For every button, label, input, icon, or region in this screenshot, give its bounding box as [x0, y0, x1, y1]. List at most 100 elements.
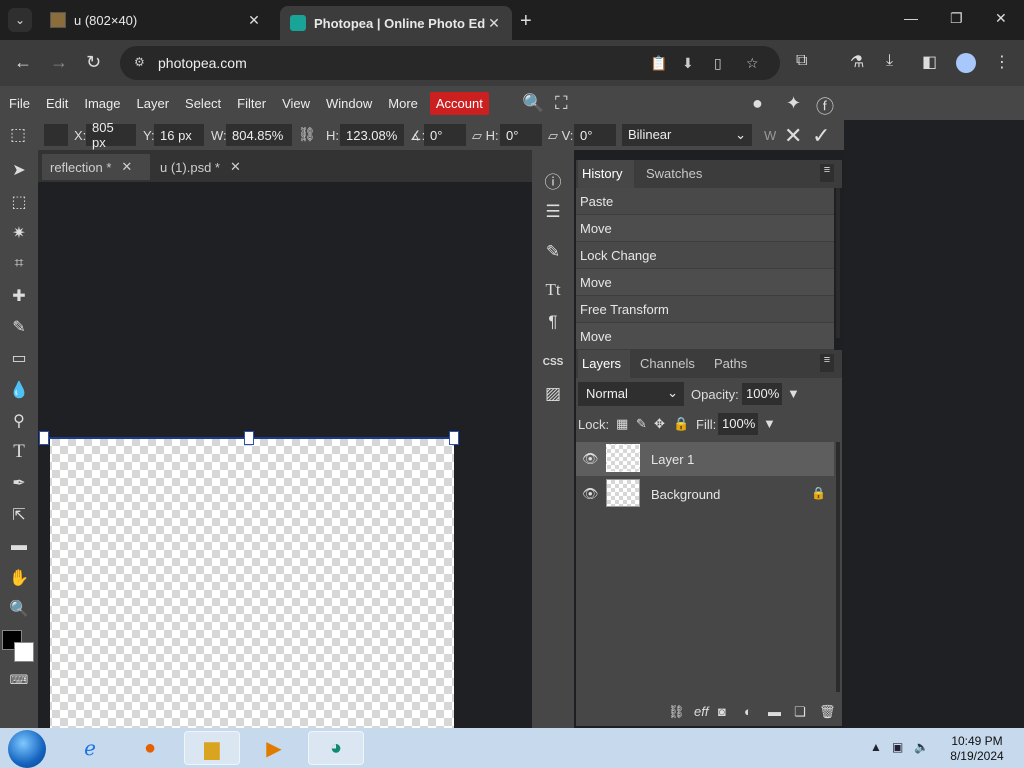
info-icon[interactable]: ⓘ [541, 168, 565, 192]
cancel-transform-icon[interactable]: ✕ [784, 123, 802, 149]
browser-tab-active[interactable]: Photopea | Online Photo Editor ✕ [280, 6, 512, 40]
history-item[interactable]: Move [576, 269, 834, 296]
shape-tool-icon[interactable]: ▬ [7, 534, 31, 558]
layers-scrollbar[interactable] [836, 442, 840, 692]
panel-menu-icon[interactable]: ≡ [820, 164, 834, 182]
path-select-icon[interactable]: ⇱ [7, 503, 31, 527]
internet-explorer-icon[interactable]: ℯ [62, 731, 118, 765]
twitter-icon[interactable]: ✦ [786, 93, 801, 114]
network-icon[interactable]: ▣ [892, 740, 903, 754]
menu-file[interactable]: File [0, 96, 38, 111]
opacity-dropdown-icon[interactable]: ▼ [787, 386, 800, 401]
fill-field[interactable]: 100% [718, 413, 758, 435]
menu-more[interactable]: More [380, 96, 426, 111]
history-item[interactable]: Free Transform [576, 296, 834, 323]
menu-select[interactable]: Select [177, 96, 229, 111]
css-icon[interactable]: CSS [541, 350, 565, 374]
link-layers-icon[interactable]: ⛓ [668, 704, 685, 720]
healing-brush-icon[interactable]: ✚ [7, 284, 31, 308]
width-field[interactable]: 804.85% [226, 124, 292, 146]
reload-icon[interactable]: ↻ [86, 52, 101, 73]
adjustments-icon[interactable]: ☰ [541, 200, 565, 224]
close-tab-icon[interactable]: ✕ [486, 15, 502, 32]
y-field[interactable]: 16 px [154, 124, 204, 146]
browser-tab-inactive[interactable]: u (802×40) ✕ [40, 6, 272, 34]
background-color-swatch[interactable] [14, 642, 34, 662]
edge-browser-icon[interactable]: ◕ [308, 731, 364, 765]
side-panel-icon[interactable]: ◧ [922, 52, 937, 72]
skew-h-field[interactable]: 0° [500, 124, 542, 146]
layer-effects-icon[interactable]: eff [694, 704, 708, 719]
history-item[interactable]: Move [576, 323, 834, 350]
tab-channels[interactable]: Channels [636, 350, 699, 378]
browser-menu-icon[interactable]: ⋮ [994, 52, 1010, 72]
close-document-icon[interactable]: ✕ [230, 159, 241, 175]
search-icon[interactable]: 🔍 [522, 93, 544, 114]
hand-tool-icon[interactable]: ✋ [7, 566, 31, 590]
lock-move-icon[interactable]: ✥ [654, 416, 665, 432]
angle-field[interactable]: 0° [424, 124, 466, 146]
transform-tool-icon[interactable]: ⬚ [10, 125, 26, 145]
gradient-tool-icon[interactable]: ▭ [7, 346, 31, 370]
x-field[interactable]: 805 px [86, 120, 136, 150]
facebook-icon[interactable]: ⓕ [816, 93, 834, 119]
install-app-icon[interactable]: ⬇ [682, 55, 694, 72]
transform-handle-center[interactable] [244, 431, 254, 445]
paragraph-icon[interactable]: ¶ [541, 310, 565, 334]
add-mask-icon[interactable]: ◙ [718, 704, 726, 719]
link-chain-icon[interactable]: ⛓ [298, 126, 316, 143]
menu-view[interactable]: View [274, 96, 318, 111]
minimize-icon[interactable]: — [904, 10, 918, 26]
forward-icon[interactable]: → [50, 52, 68, 73]
marquee-tool-icon[interactable]: ⬚ [7, 190, 31, 214]
omnibox[interactable]: ⚙ photopea.com 📋 ⬇ ▯ ☆ [120, 46, 780, 80]
close-document-icon[interactable]: ✕ [121, 159, 132, 175]
system-clock[interactable]: 10:49 PM 8/19/2024 [942, 734, 1012, 764]
type-tool-icon[interactable]: T [7, 440, 31, 464]
media-player-icon[interactable]: ▶ [246, 731, 302, 765]
document-tab-active[interactable]: reflection * ✕ [42, 154, 150, 180]
extensions-icon[interactable]: ⧉ [796, 52, 807, 70]
adjustment-layer-icon[interactable]: ◐ [744, 704, 752, 719]
visibility-eye-icon[interactable]: 👁 [582, 451, 599, 467]
move-tool-icon[interactable]: ➤ [7, 158, 31, 182]
file-explorer-icon[interactable]: ▆ [184, 731, 240, 765]
visibility-eye-icon[interactable]: 👁 [582, 486, 599, 502]
character-icon[interactable]: Tt [541, 278, 565, 302]
page-icon[interactable]: ▯ [714, 55, 722, 72]
brush-tool-icon[interactable]: ✎ [7, 315, 31, 339]
skew-v-field[interactable]: 0° [574, 124, 616, 146]
downloads-icon[interactable]: ⤓ [886, 52, 893, 70]
blur-drop-icon[interactable]: 💧 [7, 378, 31, 402]
panel-menu-icon[interactable]: ≡ [820, 354, 834, 372]
pen-tool-icon[interactable]: ✒ [7, 471, 31, 495]
tab-history[interactable]: History [578, 160, 634, 188]
tray-arrow-icon[interactable]: ▲ [870, 740, 882, 754]
height-field[interactable]: 123.08% [340, 124, 404, 146]
profile-avatar[interactable] [956, 53, 976, 73]
history-item[interactable]: Move [576, 215, 834, 242]
volume-muted-icon[interactable]: 🔈 [914, 740, 929, 754]
history-item[interactable]: Lock Change [576, 242, 834, 269]
tab-swatches[interactable]: Swatches [642, 160, 706, 188]
lock-paint-icon[interactable]: ✎ [636, 416, 647, 432]
zoom-tool-icon[interactable]: 🔍 [7, 597, 31, 621]
menu-layer[interactable]: Layer [129, 96, 178, 111]
layer-row[interactable]: 👁 Background 🔒 [576, 477, 834, 511]
document-tab[interactable]: u (1).psd * ✕ [152, 154, 260, 180]
magic-wand-icon[interactable]: ✷ [7, 221, 31, 245]
menu-filter[interactable]: Filter [229, 96, 274, 111]
restore-icon[interactable]: ❐ [950, 10, 963, 27]
delete-layer-icon[interactable]: 🗑 [819, 704, 836, 720]
transform-handle-left[interactable] [39, 431, 49, 445]
new-group-icon[interactable]: ▬ [768, 704, 781, 719]
account-button[interactable]: Account [429, 91, 489, 115]
fill-dropdown-icon[interactable]: ▼ [763, 416, 776, 431]
keyboard-icon[interactable]: ⌨ [7, 668, 31, 692]
image-canvas[interactable] [44, 438, 454, 728]
menu-edit[interactable]: Edit [38, 96, 76, 111]
history-scrollbar[interactable] [836, 188, 840, 338]
site-info-icon[interactable]: ⚙ [134, 55, 150, 71]
reference-point-icon[interactable] [44, 124, 68, 146]
menu-window[interactable]: Window [318, 96, 380, 111]
